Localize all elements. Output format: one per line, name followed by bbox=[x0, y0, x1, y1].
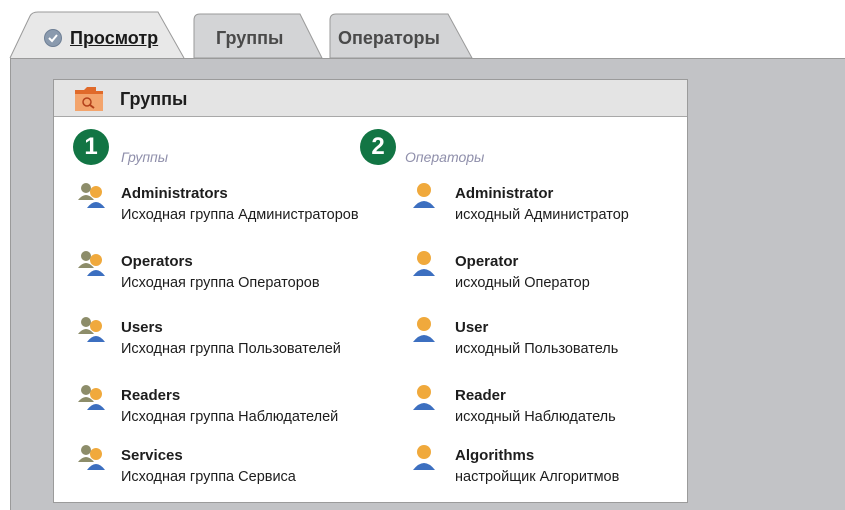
column-heading-operators: Операторы bbox=[405, 149, 485, 165]
operator-description: исходный Пользователь bbox=[455, 341, 619, 357]
group-item[interactable]: Readers Исходная группа Наблюдателей bbox=[77, 384, 377, 434]
group-description: Исходная группа Сервиса bbox=[121, 469, 296, 485]
column-number-badge: 2 bbox=[360, 129, 396, 165]
group-name: Operators bbox=[121, 253, 193, 270]
group-item[interactable]: Administrators Исходная группа Администр… bbox=[77, 182, 377, 232]
operator-description: исходный Оператор bbox=[455, 275, 590, 291]
operator-description: исходный Наблюдатель bbox=[455, 409, 616, 425]
operator-name: Algorithms bbox=[455, 447, 535, 464]
operator-item[interactable]: Operator исходный Оператор bbox=[411, 250, 711, 300]
user-icon bbox=[413, 183, 435, 208]
group-item[interactable]: Services Исходная группа Сервиса bbox=[77, 444, 377, 494]
group-item[interactable]: Operators Исходная группа Операторов bbox=[77, 250, 377, 300]
tab-operators[interactable]: Операторы bbox=[338, 28, 440, 49]
user-icon bbox=[413, 445, 435, 470]
group-item[interactable]: Users Исходная группа Пользователей bbox=[77, 316, 377, 366]
group-description: Исходная группа Пользователей bbox=[121, 341, 341, 357]
group-name: Readers bbox=[121, 387, 181, 404]
panel-header: Группы bbox=[54, 80, 687, 117]
operator-name: Administrator bbox=[455, 185, 554, 202]
tab-view[interactable]: Просмотр bbox=[70, 28, 158, 49]
group-description: Исходная группа Администраторов bbox=[121, 207, 359, 223]
operator-description: настройщик Алгоритмов bbox=[455, 469, 620, 485]
operator-name: Reader bbox=[455, 387, 506, 404]
user-icon bbox=[413, 251, 435, 276]
group-name: Services bbox=[121, 447, 183, 464]
operator-name: Operator bbox=[455, 253, 519, 270]
user-group-icon bbox=[78, 183, 105, 208]
folder-search-icon bbox=[75, 87, 103, 111]
user-icon bbox=[413, 385, 435, 410]
tab-groups[interactable]: Группы bbox=[216, 28, 283, 49]
group-description: Исходная группа Наблюдателей bbox=[121, 409, 339, 425]
user-group-icon bbox=[78, 317, 105, 342]
user-group-icon bbox=[78, 251, 105, 276]
group-name: Administrators bbox=[121, 185, 228, 202]
operator-item[interactable]: User исходный Пользователь bbox=[411, 316, 711, 366]
operator-name: User bbox=[455, 319, 489, 336]
operator-description: исходный Администратор bbox=[455, 207, 629, 223]
group-name: Users bbox=[121, 319, 163, 336]
user-icon bbox=[413, 317, 435, 342]
check-circle-icon bbox=[44, 29, 62, 47]
operator-item[interactable]: Administrator исходный Администратор bbox=[411, 182, 711, 232]
operator-item[interactable]: Reader исходный Наблюдатель bbox=[411, 384, 711, 434]
group-description: Исходная группа Операторов bbox=[121, 275, 320, 291]
panel-title: Группы bbox=[120, 89, 188, 109]
user-group-icon bbox=[78, 385, 105, 410]
tab-bar: Просмотр Группы Операторы bbox=[0, 0, 845, 60]
column-number-badge: 1 bbox=[73, 129, 109, 165]
column-heading-groups: Группы bbox=[121, 149, 169, 165]
user-group-icon bbox=[78, 445, 105, 470]
operator-item[interactable]: Algorithms настройщик Алгоритмов bbox=[411, 444, 711, 494]
